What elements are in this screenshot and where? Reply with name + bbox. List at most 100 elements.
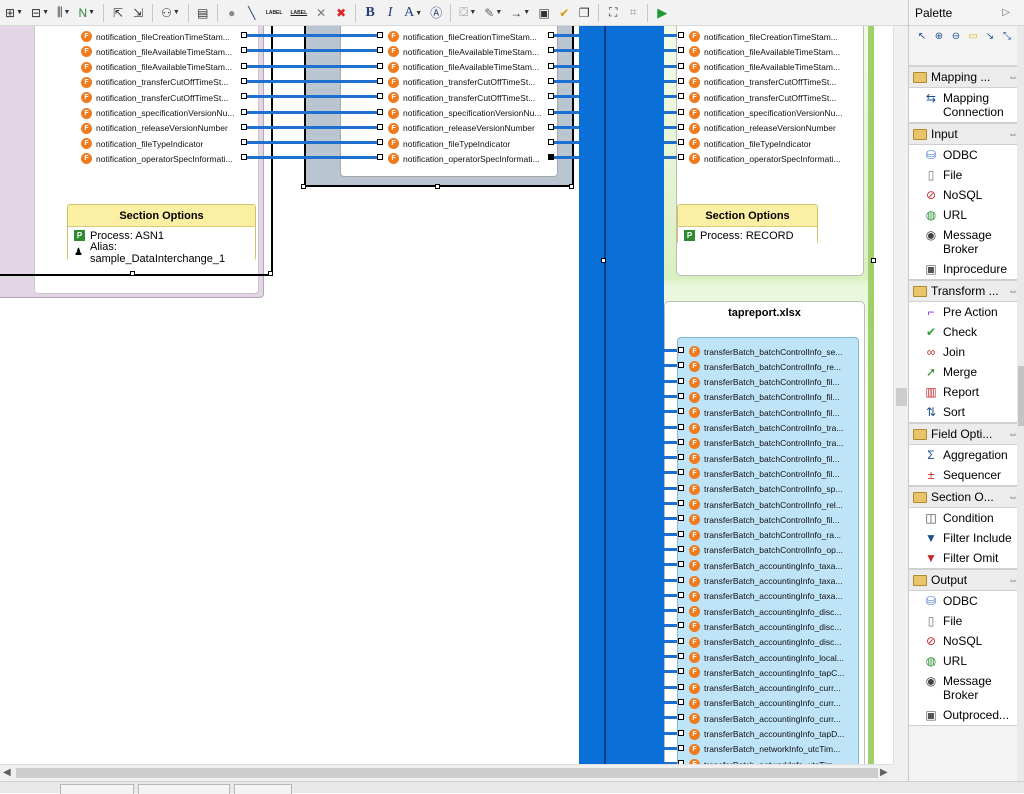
field-port[interactable] [678, 93, 684, 100]
palette-item[interactable]: ✔ Check [909, 322, 1024, 342]
field-port[interactable] [377, 47, 383, 54]
field-row[interactable]: FtransferBatch_accountingInfo_disc... [689, 619, 849, 634]
connection-line[interactable] [664, 639, 677, 643]
italic-icon[interactable]: I [381, 3, 399, 23]
label-icon[interactable]: LABEL [287, 3, 310, 23]
field-port[interactable] [678, 423, 684, 430]
connection-line[interactable] [664, 425, 677, 429]
palette-item[interactable]: ▯ File [909, 611, 1024, 631]
palette-item[interactable]: ⇅ Sort [909, 402, 1024, 422]
field-port[interactable] [678, 515, 684, 522]
connection-line[interactable] [247, 156, 377, 160]
field-port[interactable] [678, 32, 684, 38]
page-icon[interactable]: ▤ [194, 3, 212, 23]
connection-line[interactable] [664, 547, 677, 551]
field-port[interactable] [678, 362, 684, 369]
palette-drawer-header[interactable]: Field Opti... ⇔ [909, 423, 1024, 445]
palette-item[interactable]: ◍ URL [909, 205, 1024, 225]
delete-icon[interactable]: ✕ [312, 3, 330, 23]
palette-item[interactable]: ⊘ NoSQL [909, 631, 1024, 651]
palette-item[interactable]: ▼ Filter Omit [909, 548, 1024, 568]
palette-item[interactable]: ▣ Inprocedure [909, 259, 1024, 279]
field-port[interactable] [678, 377, 684, 384]
scroll-right-icon[interactable]: ▶ [880, 767, 888, 778]
connection-line[interactable] [664, 563, 677, 567]
connection-line[interactable] [664, 64, 677, 68]
fill-color-icon[interactable]: ⛋ ▼ [456, 3, 479, 23]
field-row[interactable]: FtransferBatch_batchControlInfo_tra... [689, 436, 849, 451]
resize-handle[interactable] [871, 258, 876, 263]
field-port[interactable] [678, 591, 684, 598]
select-icon[interactable]: ▣ [535, 3, 553, 23]
field-row[interactable]: FtransferBatch_networkInfo_utcTim... [689, 757, 849, 764]
connection-line[interactable] [664, 379, 677, 383]
field-row[interactable]: FtransferBatch_networkInfo_utcTim... [689, 742, 849, 757]
connection-line[interactable] [664, 655, 677, 658]
check-icon[interactable]: ✔ [555, 3, 573, 23]
field-row[interactable]: Fnotification_fileAvailableTimeStam... [388, 44, 548, 59]
field-port[interactable] [678, 484, 684, 491]
field-port[interactable] [678, 622, 684, 629]
resize-handle[interactable] [130, 271, 135, 276]
palette-item[interactable]: Σ Aggregation [909, 445, 1024, 465]
field-row[interactable]: Fnotification_transferCutOffTimeSt... [689, 90, 849, 105]
connection-line[interactable] [554, 110, 579, 114]
field-row[interactable]: Fnotification_transferCutOffTimeSt... [81, 75, 246, 90]
field-port[interactable] [377, 32, 383, 38]
run-icon[interactable]: ▶ [653, 3, 671, 23]
palette-item[interactable]: ⛁ ODBC [909, 145, 1024, 165]
export-icon[interactable]: ⇱ [109, 3, 127, 23]
connection-line[interactable] [664, 364, 677, 368]
resize-handle[interactable] [435, 184, 440, 189]
connection-line[interactable] [554, 64, 579, 68]
field-row[interactable]: Fnotification_releaseVersionNumber [689, 121, 849, 136]
note-icon[interactable]: ▭ [966, 30, 980, 44]
section-options-right[interactable]: Section Options P Process: RECORD [677, 204, 818, 244]
connection-line[interactable] [664, 609, 677, 613]
field-row[interactable]: FtransferBatch_accountingInfo_disc... [689, 604, 849, 619]
canvas-horizontal-scrollbar[interactable]: ◀ ▶ [0, 764, 893, 781]
field-row[interactable]: Fnotification_fileTypeIndicator [81, 136, 246, 151]
field-port[interactable] [678, 347, 684, 353]
import-icon[interactable]: ⇲ [129, 3, 147, 23]
palette-item[interactable]: ± Sequencer [909, 465, 1024, 485]
diagram-canvas[interactable]: tapreport.xlsx Fnotification_fileCreatio… [0, 26, 893, 764]
connection-line[interactable] [554, 141, 579, 145]
field-row[interactable]: Fnotification_specificationVersionNu... [388, 106, 548, 121]
marquee-tool-icon[interactable]: ⤡ [1000, 30, 1014, 44]
palette-item[interactable]: ◉ Message Broker [909, 671, 1024, 705]
field-row[interactable]: FtransferBatch_accountingInfo_curr... [689, 681, 849, 696]
palette-drawer-header[interactable]: Output ⇔ [909, 569, 1024, 591]
connection-line[interactable] [247, 95, 377, 99]
palette-item[interactable]: ⇆ Mapping Connection [909, 88, 1024, 122]
connection-line[interactable] [664, 486, 677, 490]
field-port[interactable] [377, 77, 383, 84]
palette-drawer-header[interactable]: Mapping ... ⇔ [909, 66, 1024, 88]
connection-line[interactable] [664, 716, 677, 720]
field-port[interactable] [678, 500, 684, 506]
field-row[interactable]: Fnotification_releaseVersionNumber [388, 121, 548, 136]
field-port[interactable] [678, 698, 684, 705]
field-row[interactable]: Fnotification_fileCreationTimeStam... [388, 29, 548, 44]
process-row[interactable]: P Process: RECORD [678, 227, 817, 244]
field-port[interactable] [678, 154, 684, 161]
resize-handle[interactable] [268, 271, 273, 276]
field-port[interactable] [678, 438, 684, 445]
palette-item[interactable]: ∞ Join [909, 342, 1024, 362]
font-color-icon[interactable]: A ▼ [401, 3, 425, 23]
field-row[interactable]: Fnotification_fileTypeIndicator [689, 136, 849, 151]
connection-line[interactable] [664, 670, 677, 674]
connection-line[interactable] [247, 125, 377, 129]
field-row[interactable]: Fnotification_fileAvailableTimeStam... [388, 60, 548, 75]
zoom-in-icon[interactable]: ⊕ [932, 30, 946, 44]
field-port[interactable] [377, 108, 383, 115]
field-port[interactable] [678, 108, 684, 115]
delete-all-icon[interactable]: ✖ [332, 3, 350, 23]
field-row[interactable]: FtransferBatch_batchControlInfo_fil... [689, 466, 849, 481]
connection-line[interactable] [664, 125, 677, 129]
align-icon[interactable]: ⊟ ▼ [28, 3, 52, 23]
field-port[interactable] [678, 392, 684, 399]
field-row[interactable]: FtransferBatch_batchControlInfo_ra... [689, 528, 849, 543]
field-row[interactable]: FtransferBatch_accountingInfo_taxa... [689, 574, 849, 589]
palette-scrollbar[interactable] [1017, 26, 1024, 781]
